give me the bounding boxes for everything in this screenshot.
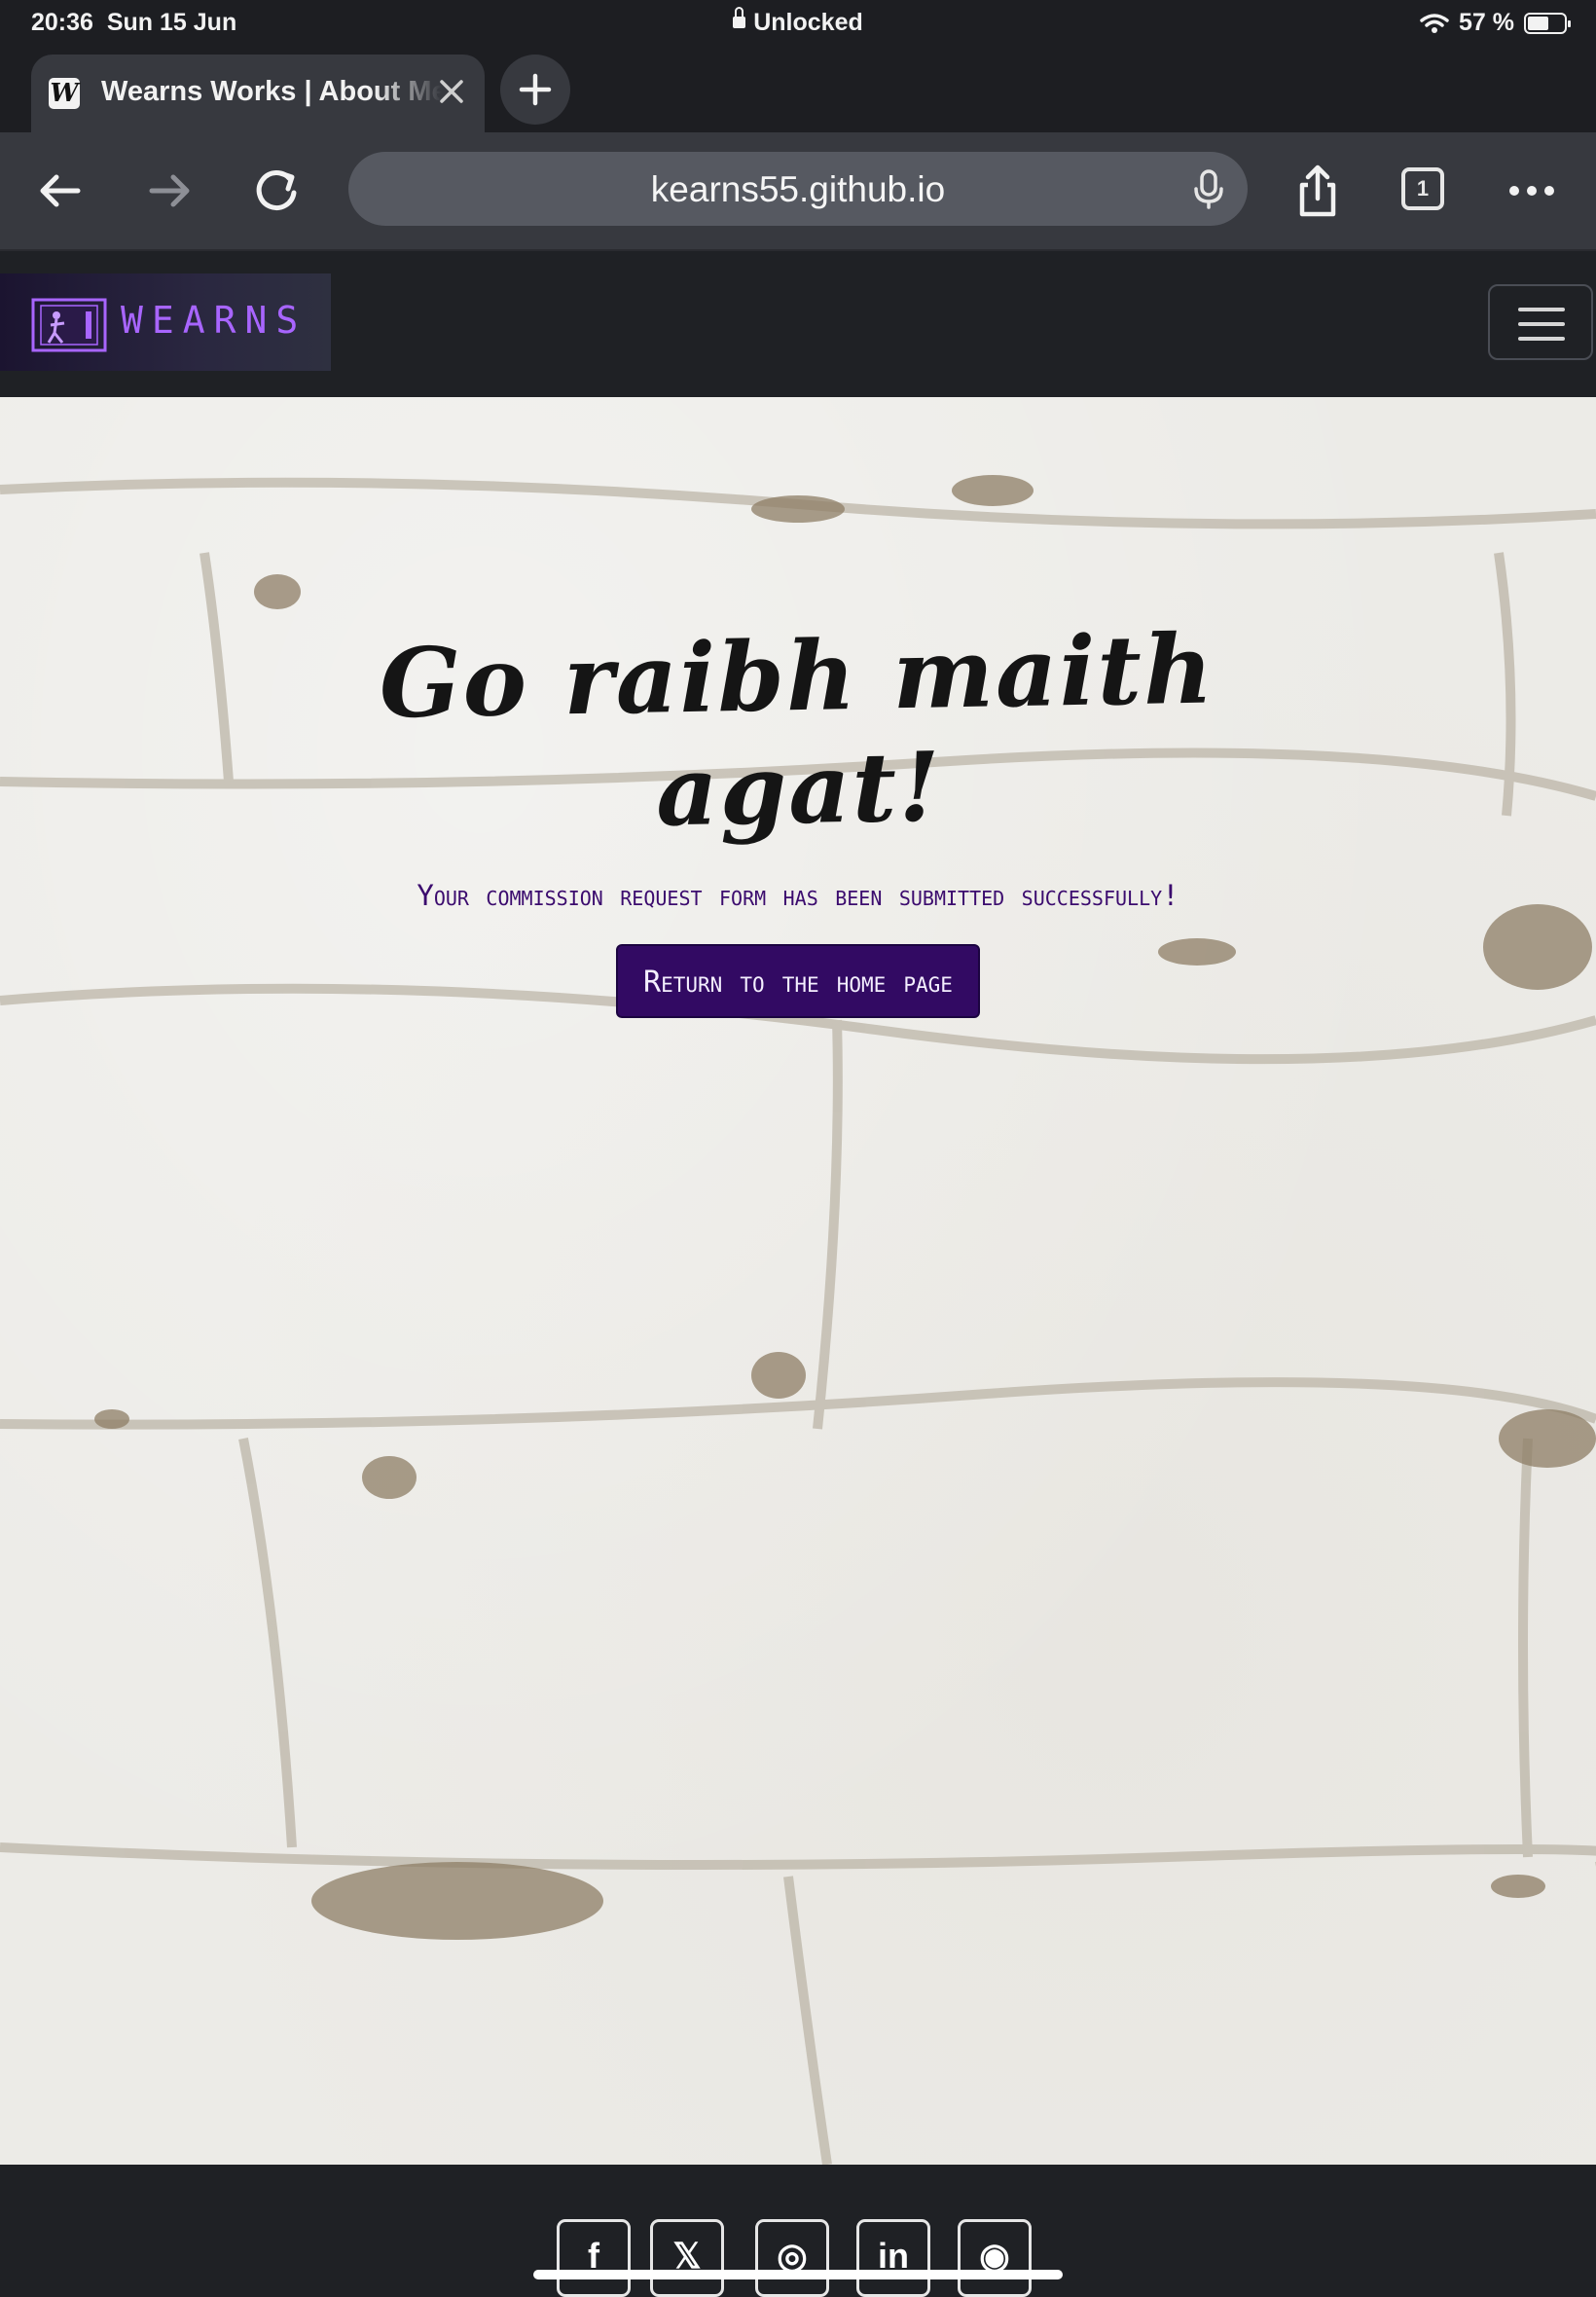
site-favicon-icon: W [49, 78, 80, 109]
address-bar[interactable]: kearns55.github.io [348, 152, 1248, 226]
brand-name: WEARNS [121, 299, 308, 342]
facebook-link[interactable]: f [557, 2219, 631, 2297]
home-indicator[interactable] [533, 2270, 1063, 2279]
more-options-icon[interactable] [1501, 160, 1563, 222]
menu-toggle-button[interactable] [1488, 284, 1593, 360]
lock-status: Unlocked [0, 7, 1596, 37]
wifi-icon [1420, 13, 1449, 33]
reload-icon[interactable] [245, 160, 308, 222]
return-home-button[interactable]: Return to the home page [616, 944, 980, 1018]
page-title: Go raibh maith agat! [378, 613, 1216, 849]
lock-status-label: Unlocked [753, 9, 863, 36]
menu-bar-icon [1518, 322, 1565, 326]
address-url: kearns55.github.io [650, 169, 946, 209]
hero-content: Go raibh maith agat! Your commission req… [0, 614, 1596, 1018]
success-message: Your commission request form has been su… [417, 879, 1179, 912]
hero-section: Go raibh maith agat! Your commission req… [0, 397, 1596, 2165]
menu-bar-icon [1518, 308, 1565, 311]
battery-icon [1524, 12, 1571, 34]
browser-tab[interactable]: W Wearns Works | About Me [31, 55, 485, 132]
battery-percent: 57 % [1459, 9, 1514, 36]
status-bar: 20:36 Sun 15 Jun Unlocked 57 % [0, 0, 1596, 45]
linkedin-link[interactable]: in [856, 2219, 930, 2297]
battery-fill [1528, 16, 1548, 30]
site-navbar: WEARNS [0, 251, 1596, 397]
brand-logo-link[interactable]: WEARNS [0, 273, 331, 371]
x-link[interactable]: 𝕏 [650, 2219, 724, 2297]
forward-icon[interactable] [138, 160, 200, 222]
new-tab-button[interactable] [500, 55, 570, 125]
microphone-icon[interactable] [1185, 165, 1232, 212]
browser-toolbar: kearns55.github.io 1 [0, 132, 1596, 251]
close-tab-icon[interactable] [432, 72, 471, 111]
instagram-link[interactable]: ◎ [755, 2219, 829, 2297]
tab-strip: W Wearns Works | About Me [0, 45, 1596, 132]
share-icon[interactable] [1287, 160, 1349, 222]
lock-icon [733, 7, 746, 28]
tab-switcher-button[interactable]: 1 [1401, 167, 1444, 210]
menu-bar-icon [1518, 337, 1565, 341]
status-right: 57 % [1420, 9, 1571, 37]
github-link[interactable]: ◉ [958, 2219, 1032, 2297]
brand-logo-icon [31, 298, 107, 352]
tab-title: Wearns Works | About Me [101, 76, 442, 107]
back-icon[interactable] [29, 160, 91, 222]
